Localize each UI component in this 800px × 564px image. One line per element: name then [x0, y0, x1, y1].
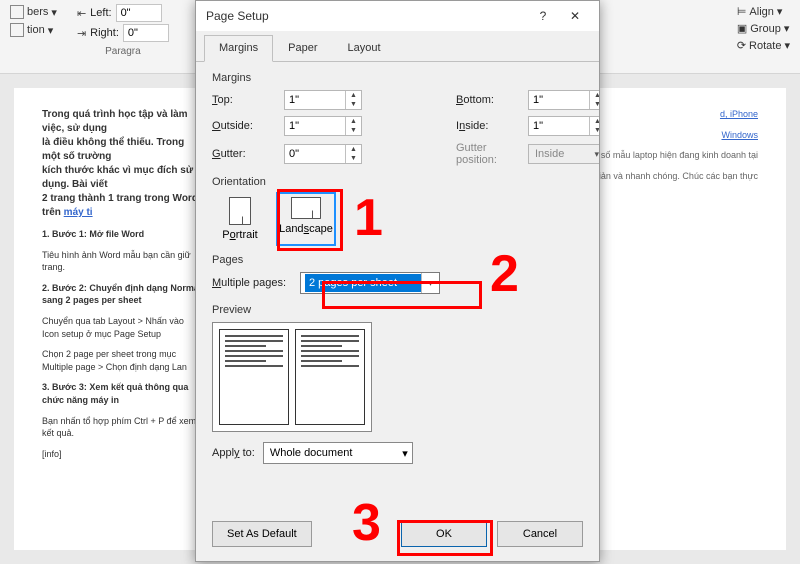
indent-right-label: Right:: [90, 27, 119, 39]
ribbon-numbers[interactable]: bers ▾: [8, 4, 59, 20]
help-button[interactable]: ?: [529, 5, 557, 27]
gutter-pos-label: Gutter position:: [456, 142, 522, 166]
dialog-titlebar[interactable]: Page Setup ? ✕: [196, 1, 599, 31]
spin-up-icon[interactable]: ▲: [346, 91, 361, 100]
preview-fieldset: Preview: [212, 304, 583, 432]
multiple-pages-label: Multiple pages:: [212, 277, 286, 289]
pages-fieldset: Pages Multiple pages: 2 pages per sheet …: [212, 254, 583, 294]
cancel-button[interactable]: Cancel: [497, 521, 583, 547]
spin-down-icon[interactable]: ▼: [346, 100, 361, 109]
page-setup-dialog: Page Setup ? ✕ Margins Paper Layout Marg…: [195, 0, 600, 562]
indent-right-icon: ⇥: [77, 27, 86, 40]
orientation-landscape[interactable]: Landscape: [278, 194, 334, 244]
tab-margins[interactable]: Margins: [204, 35, 273, 62]
outside-label: Outside:: [212, 120, 278, 132]
tab-paper[interactable]: Paper: [273, 35, 332, 61]
gutter-input[interactable]: ▲▼: [284, 144, 362, 164]
indent-left-icon: ⇤: [77, 7, 86, 20]
landscape-label: Landscape: [279, 223, 333, 235]
outside-input[interactable]: ▲▼: [284, 116, 362, 136]
pages-legend: Pages: [212, 254, 583, 266]
inside-label: Inside:: [456, 120, 522, 132]
doc-link-r2[interactable]: Windows: [721, 130, 758, 140]
multiple-pages-value: 2 pages per sheet: [305, 274, 421, 292]
ribbon-group-indent: ⇤ Left: ⇥ Right: Paragra: [77, 4, 169, 69]
indent-left-label: Left:: [90, 7, 111, 19]
dialog-footer: Set As Default OK Cancel: [196, 511, 599, 561]
gutter-label: Gutter:: [212, 148, 278, 160]
indent-left-input[interactable]: [116, 4, 162, 22]
apply-to-select[interactable]: Whole document ▾: [263, 442, 413, 464]
orientation-fieldset: Orientation Portrait Landscape: [212, 176, 583, 244]
orientation-legend: Orientation: [212, 176, 583, 188]
set-as-default-button[interactable]: Set As Default: [212, 521, 312, 547]
top-input[interactable]: ▲▼: [284, 90, 362, 110]
indent-right-input[interactable]: [123, 24, 169, 42]
margins-legend: Margins: [212, 72, 599, 84]
apply-to-label: Apply to:: [212, 447, 255, 459]
ribbon-group-list: bers ▾ tion ▾: [8, 4, 59, 69]
group-menu[interactable]: ▣ Group ▾: [735, 21, 792, 36]
multiple-pages-select[interactable]: 2 pages per sheet ▾: [300, 272, 440, 294]
ribbon-orientation[interactable]: tion ▾: [8, 22, 59, 38]
chevron-down-icon[interactable]: ▾: [421, 273, 439, 293]
apply-to-value: Whole document: [270, 447, 353, 459]
preview-legend: Preview: [212, 304, 583, 316]
inside-input[interactable]: ▲▼: [528, 116, 599, 136]
doc-par: Trong quá trình học tập và làm việc, sử …: [42, 108, 202, 220]
tab-layout[interactable]: Layout: [332, 35, 395, 61]
align-menu[interactable]: ⊨ Align ▾: [735, 4, 792, 19]
bottom-input[interactable]: ▲▼: [528, 90, 599, 110]
doc-link[interactable]: máy ti: [64, 207, 93, 218]
ok-button[interactable]: OK: [401, 521, 487, 547]
orientation-portrait[interactable]: Portrait: [212, 194, 268, 244]
chevron-down-icon[interactable]: ▾: [402, 447, 408, 460]
gutter-pos-select: Inside▾: [528, 144, 599, 164]
preview-box: [212, 322, 372, 432]
chevron-down-icon: ▾: [594, 149, 599, 160]
dialog-title: Page Setup: [206, 9, 269, 23]
margins-fieldset: Margins Top: ▲▼ Bottom: ▲▼ Outside: ▲▼ I…: [212, 72, 599, 166]
portrait-label: Portrait: [222, 229, 257, 241]
doc-link-r1[interactable]: d, iPhone: [720, 109, 758, 119]
ribbon-group-title: Paragra: [77, 46, 169, 57]
ribbon-arrange: ⊨ Align ▾ ▣ Group ▾ ⟳ Rotate ▾: [735, 4, 792, 69]
top-label: Top:: [212, 94, 278, 106]
rotate-menu[interactable]: ⟳ Rotate ▾: [735, 38, 792, 53]
bottom-label: Bottom:: [456, 94, 522, 106]
tab-row: Margins Paper Layout: [196, 31, 599, 62]
close-button[interactable]: ✕: [561, 5, 589, 27]
